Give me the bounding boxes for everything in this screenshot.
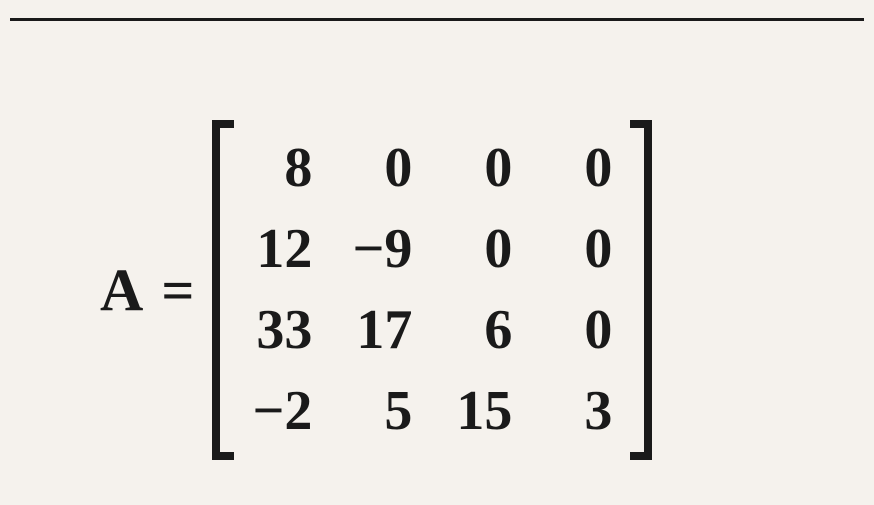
matrix-cell: 0 [552, 291, 612, 369]
matrix-cell: 33 [252, 291, 312, 369]
matrix-body: 8 0 0 0 12 −9 0 0 33 17 6 0 −2 5 15 3 [234, 120, 630, 460]
matrix-cell: 17 [352, 291, 412, 369]
matrix-cell: 5 [352, 372, 412, 450]
matrix-variable: A [100, 256, 143, 325]
matrix-cell: 3 [552, 372, 612, 450]
matrix-cell: 12 [252, 210, 312, 288]
horizontal-rule [10, 18, 864, 21]
matrix: 8 0 0 0 12 −9 0 0 33 17 6 0 −2 5 15 3 [212, 120, 652, 460]
equals-sign: = [161, 257, 194, 324]
matrix-equation: A = 8 0 0 0 12 −9 0 0 33 17 6 0 −2 5 15 … [100, 120, 652, 460]
matrix-cell: 0 [552, 129, 612, 207]
matrix-cell: 0 [352, 129, 412, 207]
right-bracket [630, 120, 652, 460]
matrix-cell: −2 [252, 372, 312, 450]
matrix-cell: 6 [452, 291, 512, 369]
matrix-cell: 8 [252, 129, 312, 207]
matrix-cell: 0 [452, 210, 512, 288]
matrix-cell: 15 [452, 372, 512, 450]
matrix-cell: 0 [452, 129, 512, 207]
left-bracket [212, 120, 234, 460]
matrix-cell: −9 [352, 210, 412, 288]
matrix-cell: 0 [552, 210, 612, 288]
